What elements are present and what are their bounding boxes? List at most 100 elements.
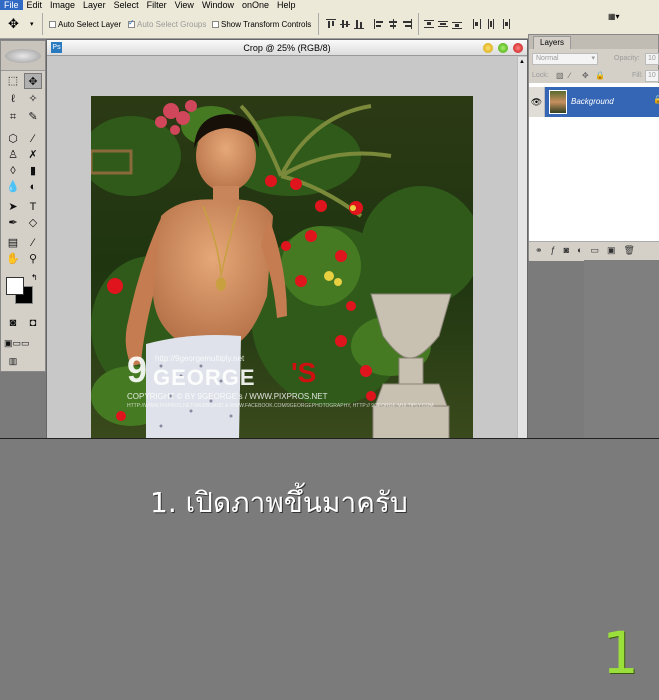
divider (42, 13, 43, 35)
path-selection-tool-icon[interactable]: ➤ (4, 199, 22, 215)
new-layer-icon[interactable]: ▣ (607, 245, 616, 258)
crop-tool-icon[interactable]: ⌗ (4, 109, 22, 125)
align-left-icon[interactable] (374, 19, 384, 29)
menu-file[interactable]: File (0, 0, 23, 10)
lasso-tool-icon[interactable]: ℓ (4, 91, 22, 107)
distribute-vcenter-icon[interactable] (438, 19, 448, 29)
watermark-copyright: COPYRIGHT © BY 9GEORGE's / WWW.PIXPROS.N… (127, 392, 328, 401)
tool-preset-dropdown-icon[interactable]: ▾ (30, 20, 34, 28)
align-top-icon[interactable] (326, 19, 336, 29)
pen-tool-icon[interactable]: ✒ (4, 215, 22, 231)
dodge-tool-icon[interactable]: ◐ (24, 179, 42, 195)
menu-select[interactable]: Select (110, 0, 143, 10)
tools-panel: ⬚ ✥ ℓ ✧ ⌗ ✎ ⬡ ∕ ♙ ✗ ◊ ▮ 💧 ◐ ➤ T ✒ ◇ ▤ ⁄ … (0, 40, 46, 372)
blend-mode-value: Normal (536, 55, 559, 62)
layers-panel-tabs: Layers (529, 35, 658, 49)
blend-mode-select[interactable]: Normal ▾ (532, 53, 598, 65)
opacity-input[interactable]: 10 (645, 53, 659, 65)
workspace-icon[interactable]: ▦▾ (608, 12, 620, 21)
menu-image[interactable]: Image (46, 0, 79, 10)
layers-footer: ⚭ ƒ ◙ ◐ ▭ ▣ 🗑 (529, 241, 659, 261)
gradient-tool-icon[interactable]: ▮ (24, 163, 42, 179)
maximize-button[interactable] (498, 43, 508, 53)
auto-select-layer-label: Auto Select Layer (58, 20, 122, 29)
standard-mode-icon[interactable]: ◙ (4, 315, 22, 331)
layer-name: Background (571, 97, 614, 106)
new-group-icon[interactable]: ▭ (590, 245, 599, 258)
align-hcenter-icon[interactable] (388, 19, 398, 29)
menu-edit[interactable]: Edit (23, 0, 47, 10)
chevron-down-icon: ▾ (591, 55, 595, 62)
eyedropper-tool-icon[interactable]: ⁄ (24, 235, 42, 251)
screen-mode-icon[interactable]: ▣▭▭ (4, 335, 30, 351)
brush-tool-icon[interactable]: ∕ (24, 131, 42, 147)
scroll-up-icon[interactable]: ▲ (519, 59, 525, 65)
history-brush-tool-icon[interactable]: ✗ (24, 147, 42, 163)
distribute-top-icon[interactable] (424, 19, 434, 29)
eraser-tool-icon[interactable]: ◊ (4, 163, 22, 179)
align-bottom-icon[interactable] (354, 19, 364, 29)
layer-style-icon[interactable]: ƒ (551, 245, 556, 258)
link-layers-icon[interactable]: ⚭ (535, 245, 543, 258)
align-vcenter-icon[interactable] (340, 19, 350, 29)
document-title: Crop @ 25% (RGB/8) (243, 43, 331, 53)
marquee-tool-icon[interactable]: ⬚ (4, 73, 22, 89)
magic-wand-tool-icon[interactable]: ✧ (24, 91, 42, 107)
menu-view[interactable]: View (171, 0, 198, 10)
menu-layer[interactable]: Layer (79, 0, 110, 10)
swap-colors-icon[interactable]: ↰ (31, 273, 38, 282)
distribute-hcenter-icon[interactable] (486, 19, 496, 29)
auto-select-layer-option[interactable]: Auto Select Layer (49, 20, 121, 29)
close-button[interactable] (513, 43, 523, 53)
divider (418, 13, 419, 35)
menu-filter[interactable]: Filter (143, 0, 171, 10)
fill-input[interactable]: 10 (645, 70, 659, 82)
distribute-right-icon[interactable] (500, 19, 510, 29)
show-transform-controls-checkbox[interactable] (212, 21, 219, 28)
move-tool-icon[interactable]: ✥ (24, 73, 42, 89)
menu-onone[interactable]: onOne (238, 0, 273, 10)
blur-tool-icon[interactable]: 💧 (4, 179, 22, 195)
watermark-brand-s: 'S (291, 357, 317, 388)
visibility-eye-icon[interactable]: 👁 (529, 87, 545, 117)
minimize-button[interactable] (483, 43, 493, 53)
lock-image-icon[interactable]: ∕ (569, 71, 570, 80)
hand-tool-icon[interactable]: ✋ (4, 251, 22, 267)
lock-position-icon[interactable]: ✥ (582, 71, 589, 80)
lock-all-icon[interactable]: 🔒 (595, 71, 605, 80)
healing-brush-tool-icon[interactable]: ⬡ (4, 131, 22, 147)
auto-select-layer-checkbox[interactable] (49, 21, 56, 28)
layer-mask-icon[interactable]: ◙ (564, 245, 569, 258)
menu-window[interactable]: Window (198, 0, 238, 10)
watermark-brand-9: 9 (127, 349, 148, 390)
shape-tool-icon[interactable]: ◇ (24, 215, 42, 231)
type-tool-icon[interactable]: T (24, 199, 42, 215)
show-transform-controls-option[interactable]: Show Transform Controls (212, 20, 311, 29)
document-title-bar: Ps Crop @ 25% (RGB/8) (47, 40, 527, 56)
auto-select-groups-label: Auto Select Groups (137, 20, 207, 29)
image-canvas[interactable]: http://9georgemultiply.net 9 GEORGE 'S C… (91, 96, 473, 440)
layer-thumbnail (549, 90, 567, 114)
clone-stamp-tool-icon[interactable]: ♙ (4, 147, 22, 163)
notes-tool-icon[interactable]: ▤ (4, 235, 22, 251)
zoom-tool-icon[interactable]: ⚲ (24, 251, 42, 267)
distribute-left-icon[interactable] (472, 19, 482, 29)
align-right-icon[interactable] (402, 19, 412, 29)
opacity-label: Opacity: (614, 55, 640, 62)
tutorial-caption-area: 1. เปิดภาพขึ้นมาครับ 1 (0, 438, 659, 700)
watermark-brand: GEORGE (153, 365, 256, 390)
slice-tool-icon[interactable]: ✎ (24, 109, 42, 125)
lock-transparent-icon[interactable]: ▧ (556, 71, 564, 80)
tab-layers[interactable]: Layers (533, 36, 572, 49)
adjustment-layer-icon[interactable]: ◐ (577, 245, 582, 258)
imageready-icon[interactable]: ▥ (4, 353, 22, 369)
move-tool-icon[interactable]: ✥ (8, 16, 19, 32)
quick-mask-icon[interactable]: ◘ (24, 315, 42, 331)
vertical-scrollbar[interactable]: ▲ (517, 57, 527, 440)
distribute-bottom-icon[interactable] (452, 19, 462, 29)
layers-panel: Layers Normal ▾ Opacity: 10 Lock: ▧ ∕ ✥ … (528, 34, 659, 261)
caption-text: 1. เปิดภาพขึ้นมาครับ (150, 486, 408, 519)
foreground-color-swatch-front (6, 277, 24, 295)
menu-help[interactable]: Help (273, 0, 300, 10)
delete-layer-icon[interactable]: 🗑 (623, 245, 634, 258)
